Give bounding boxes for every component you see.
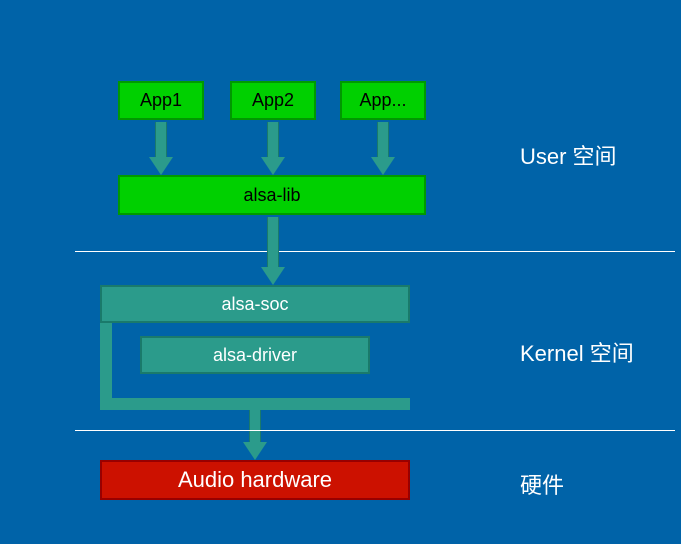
divider-user-kernel (75, 251, 675, 252)
divider-kernel-hw (75, 430, 675, 431)
app1-box: App1 (118, 81, 204, 120)
hardware-label: 硬件 (520, 468, 564, 500)
user-space-label: User 空间 (520, 139, 617, 171)
alsa-driver-box: alsa-driver (140, 336, 370, 374)
app2-box: App2 (230, 81, 316, 120)
audio-hardware-label: Audio hardware (178, 467, 332, 493)
app1-label: App1 (140, 90, 182, 111)
app3-label: App... (359, 90, 406, 111)
alsa-soc-box: alsa-soc (100, 285, 410, 323)
alsa-lib-label: alsa-lib (243, 185, 300, 206)
app2-label: App2 (252, 90, 294, 111)
app3-box: App... (340, 81, 426, 120)
audio-hardware-box: Audio hardware (100, 460, 410, 500)
alsa-lib-box: alsa-lib (118, 175, 426, 215)
alsa-driver-label: alsa-driver (213, 345, 297, 366)
alsa-soc-label: alsa-soc (221, 294, 288, 315)
kernel-space-label: Kernel 空间 (520, 336, 634, 368)
